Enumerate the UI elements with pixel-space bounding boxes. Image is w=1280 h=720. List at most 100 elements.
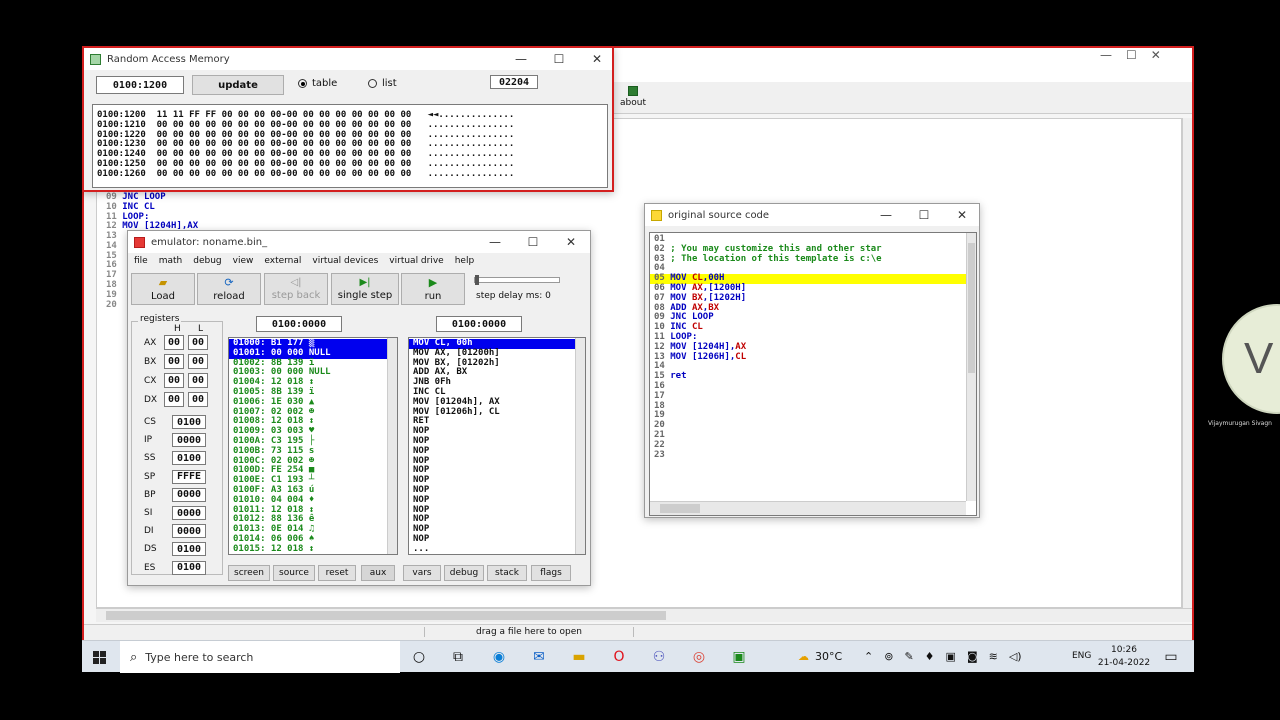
aux-button[interactable]: aux [361, 565, 395, 581]
list-item[interactable]: NOP [409, 456, 585, 467]
microphone-icon[interactable]: ♦ [925, 650, 935, 663]
list-item[interactable]: NOP [409, 436, 585, 447]
mem-address-input[interactable]: 0100:0000 [256, 316, 342, 332]
source-line[interactable]: 18 [650, 401, 976, 412]
flags-button[interactable]: flags [531, 565, 571, 581]
source-button[interactable]: source [273, 565, 315, 581]
single-step-button[interactable]: ▶| single step [331, 273, 399, 305]
run-button[interactable]: ▶ run [401, 273, 465, 305]
about-button[interactable]: about [616, 86, 650, 112]
source-line[interactable]: 03 ; The location of this template is c:… [650, 254, 976, 265]
volume-icon[interactable]: ◁) [1009, 650, 1022, 663]
minimize-icon[interactable]: — [1100, 48, 1112, 64]
screen-share-icon[interactable]: ▣ [946, 650, 956, 663]
list-radio[interactable]: list [368, 78, 397, 89]
source-line[interactable]: 15 ret [650, 371, 976, 382]
stack-button[interactable]: stack [487, 565, 527, 581]
hscroll-thumb[interactable] [660, 504, 700, 513]
source-line[interactable]: 21 [650, 430, 976, 441]
vars-button[interactable]: vars [403, 565, 441, 581]
code-vscroll[interactable] [1182, 118, 1192, 608]
menu-virtual-devices[interactable]: virtual devices [312, 256, 378, 266]
dx-l-field[interactable]: 00 [188, 392, 208, 407]
menu-math[interactable]: math [159, 256, 183, 266]
list-item[interactable]: NOP [409, 534, 585, 545]
mail-icon[interactable]: ✉ [530, 648, 548, 666]
network-icon[interactable]: ⊚ [884, 650, 893, 663]
reload-button[interactable]: ⟳ reload [197, 273, 261, 305]
list-item[interactable]: MOV [01206h], CL [409, 407, 585, 418]
screen-button[interactable]: screen [228, 565, 270, 581]
es-field[interactable]: 0100 [172, 560, 206, 575]
si-field[interactable]: 0000 [172, 506, 206, 521]
maximize-icon[interactable]: ☐ [514, 235, 552, 249]
bx-l-field[interactable]: 00 [188, 354, 208, 369]
step-delay-slider[interactable] [474, 275, 560, 285]
list-item[interactable]: 01015: 12 018 ↕ [229, 544, 397, 554]
memory-list[interactable]: 01000: B1 177 ▒ 01001: 00 000 NULL 01002… [228, 337, 398, 555]
list-item[interactable]: NOP [409, 475, 585, 486]
cx-l-field[interactable]: 00 [188, 373, 208, 388]
minimize-icon[interactable]: — [502, 52, 540, 66]
windows-start-icon[interactable] [90, 648, 108, 666]
list-item[interactable]: NOP [409, 426, 585, 437]
task-view-icon[interactable]: ⧉ [449, 648, 467, 666]
source-line[interactable]: 13 MOV [1206H],CL [650, 352, 976, 363]
source-line[interactable]: 14 [650, 361, 976, 372]
pen-icon[interactable]: ✎ [904, 650, 913, 663]
ss-field[interactable]: 0100 [172, 451, 206, 466]
list-item[interactable]: NOP [409, 524, 585, 535]
ram-update-button[interactable]: update [192, 75, 284, 95]
minimize-icon[interactable]: — [476, 235, 514, 249]
cortana-icon[interactable]: ○ [410, 648, 428, 666]
close-icon[interactable]: ✕ [1151, 48, 1161, 64]
ds-field[interactable]: 0100 [172, 542, 206, 557]
menu-view[interactable]: view [233, 256, 254, 266]
wifi-icon[interactable]: ≋ [989, 650, 998, 663]
close-icon[interactable]: ✕ [552, 235, 590, 249]
bp-field[interactable]: 0000 [172, 487, 206, 502]
teams-icon[interactable]: ⚇ [650, 648, 668, 666]
reset-button[interactable]: reset [318, 565, 356, 581]
slider-thumb[interactable] [475, 275, 479, 285]
table-radio[interactable]: table [298, 78, 337, 89]
camera-icon[interactable]: ◙ [967, 650, 978, 663]
menu-virtual-drive[interactable]: virtual drive [389, 256, 443, 266]
menu-help[interactable]: help [455, 256, 474, 266]
source-vscroll[interactable] [966, 233, 976, 501]
source-line[interactable]: 10 INC CL [650, 322, 976, 333]
code-hscroll[interactable] [96, 608, 1192, 622]
dx-h-field[interactable]: 00 [164, 392, 184, 407]
load-button[interactable]: ▰ Load [131, 273, 195, 305]
cs-field[interactable]: 0100 [172, 415, 206, 430]
memory-scrollbar[interactable] [387, 338, 397, 554]
edge-icon[interactable]: ◉ [490, 648, 508, 666]
list-item[interactable]: NOP [409, 446, 585, 457]
list-item[interactable]: NOP [409, 466, 585, 476]
menu-file[interactable]: file [134, 256, 148, 266]
list-item[interactable]: NOP [409, 495, 585, 506]
sp-field[interactable]: FFFE [172, 469, 206, 484]
source-hscroll[interactable] [650, 501, 966, 515]
dis-address-input[interactable]: 0100:0000 [436, 316, 522, 332]
ax-h-field[interactable]: 00 [164, 335, 184, 350]
menu-external[interactable]: external [264, 256, 301, 266]
ram-address-input[interactable]: 0100:1200 [96, 76, 184, 94]
source-code-area[interactable]: 01 02 ; You may customize this and other… [649, 232, 977, 516]
maximize-icon[interactable]: ☐ [1126, 48, 1137, 64]
source-line[interactable]: 23 [650, 450, 976, 461]
file-explorer-icon[interactable]: ▬ [570, 648, 588, 666]
list-item[interactable]: RET [409, 417, 585, 427]
maximize-icon[interactable]: ☐ [905, 208, 943, 222]
source-line[interactable]: 22 [650, 440, 976, 451]
chevron-up-icon[interactable]: ⌃ [864, 650, 873, 663]
source-line[interactable]: 20 [650, 420, 976, 431]
hscroll-thumb[interactable] [106, 611, 666, 620]
clock[interactable]: 10:26 21-04-2022 [1096, 644, 1152, 670]
list-item[interactable]: NOP [409, 515, 585, 525]
chrome-icon[interactable]: ◎ [690, 648, 708, 666]
debug-button[interactable]: debug [444, 565, 484, 581]
cx-h-field[interactable]: 00 [164, 373, 184, 388]
opera-icon[interactable]: O [610, 648, 628, 666]
di-field[interactable]: 0000 [172, 524, 206, 539]
